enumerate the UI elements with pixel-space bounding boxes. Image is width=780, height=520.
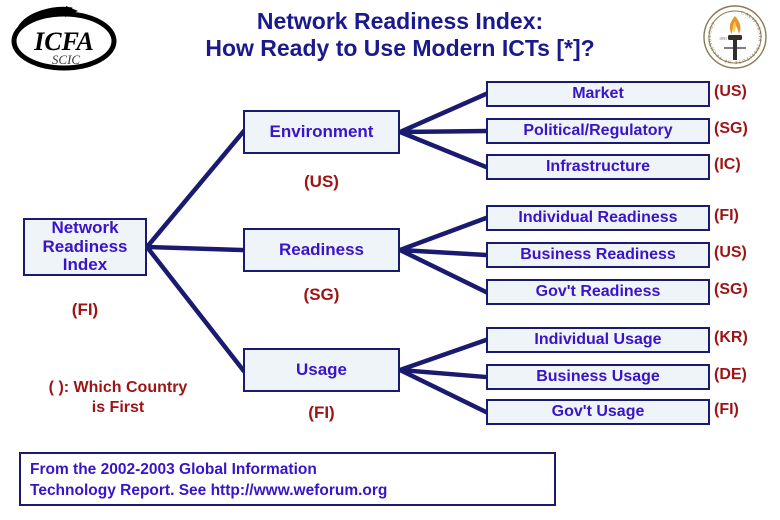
legend-country-note: ( ): Which Country is First — [8, 378, 228, 417]
node-environment[interactable]: Environment — [243, 110, 400, 154]
legend-line-2: is First — [91, 398, 145, 416]
node-government-readiness[interactable]: Gov't Readiness — [486, 279, 710, 305]
connector-readiness-individual — [397, 215, 489, 253]
node-label-individual-usage: Individual Usage — [534, 331, 662, 349]
icfa-logo-icon: ICFA SCIC — [11, 6, 117, 71]
connector-usage-government — [396, 366, 490, 416]
node-business-usage[interactable]: Business Usage — [486, 364, 710, 390]
node-label-environment: Environment — [269, 121, 374, 141]
connector-environment-market — [397, 91, 489, 135]
node-label-business-usage: Business Usage — [536, 368, 660, 386]
connector-readiness-government — [396, 246, 490, 296]
slide-title-line-1: Network Readiness Index: — [256, 8, 544, 34]
country-code-infrastructure: (IC) — [714, 156, 741, 173]
connector-root-usage — [143, 243, 247, 374]
country-code-market: (US) — [714, 83, 747, 100]
country-code-individual-usage: (KR) — [714, 329, 748, 346]
connector-usage-business — [397, 367, 489, 380]
slide-title-line-2: How Ready to Use Modern ICTs [*]? — [205, 34, 595, 61]
country-code-network-readiness-index: (FI) — [71, 300, 99, 319]
node-label-line-1: Network — [51, 218, 119, 238]
svg-text:1891: 1891 — [719, 36, 727, 41]
node-label-business-readiness: Business Readiness — [520, 246, 676, 264]
country-code-business-usage: (DE) — [714, 366, 747, 383]
node-label-individual-readiness: Individual Readiness — [518, 209, 678, 227]
connector-readiness-business — [397, 247, 489, 258]
country-code-business-readiness: (US) — [714, 244, 747, 261]
slide-canvas: ICFA SCIC CALIFORNIA INSTITUTE OF TECHNO… — [0, 0, 780, 520]
source-line-2: Technology Report. See http://www.weforu… — [30, 481, 388, 499]
country-code-government-usage: (FI) — [714, 401, 739, 418]
country-code-government-readiness: (SG) — [714, 281, 748, 298]
country-code-readiness: (SG) — [303, 285, 340, 304]
node-readiness[interactable]: Readiness — [243, 228, 400, 272]
country-code-individual-readiness: (FI) — [714, 207, 739, 224]
node-label-readiness: Readiness — [278, 239, 365, 259]
node-business-readiness[interactable]: Business Readiness — [486, 242, 710, 268]
source-line-1: From the 2002-2003 Global Information — [30, 461, 317, 478]
node-label-line-3: Index — [62, 255, 108, 275]
source-citation-box: From the 2002-2003 Global Information Te… — [19, 452, 556, 506]
connector-environment-infra — [397, 129, 489, 170]
country-code-political-regulatory: (SG) — [714, 120, 748, 137]
svg-text:SCIC: SCIC — [52, 52, 81, 67]
node-government-usage[interactable]: Gov't Usage — [486, 399, 710, 425]
node-label-usage: Usage — [295, 359, 348, 379]
caltech-seal-icon: CALIFORNIA INSTITUTE OF TECHNOLOGY 1891 — [703, 5, 767, 69]
connector-environment-political — [397, 128, 489, 135]
node-label-government-readiness: Gov't Readiness — [535, 283, 661, 301]
connector-root-environment — [143, 128, 247, 251]
connector-root-readiness — [144, 244, 246, 253]
node-individual-usage[interactable]: Individual Usage — [486, 327, 710, 353]
node-network-readiness-index[interactable]: Network Readiness Index — [23, 218, 147, 276]
node-label-infrastructure: Infrastructure — [545, 158, 651, 176]
legend-line-1: ( ): Which Country — [48, 379, 188, 396]
node-label-line-2: Readiness — [42, 236, 128, 256]
node-label-market: Market — [572, 85, 624, 103]
node-label-political-regulatory: Political/Regulatory — [523, 122, 673, 140]
country-code-environment: (US) — [304, 172, 339, 191]
node-political-regulatory[interactable]: Political/Regulatory — [486, 118, 710, 144]
node-infrastructure[interactable]: Infrastructure — [486, 154, 710, 180]
connector-usage-individual — [397, 337, 489, 373]
node-label-government-usage: Gov't Usage — [551, 403, 645, 421]
node-usage[interactable]: Usage — [243, 348, 400, 392]
node-market[interactable]: Market — [486, 81, 710, 107]
country-code-usage: (FI) — [308, 403, 335, 422]
slide-title: Network Readiness Index: How Ready to Us… — [120, 8, 680, 62]
node-individual-readiness[interactable]: Individual Readiness — [486, 205, 710, 231]
